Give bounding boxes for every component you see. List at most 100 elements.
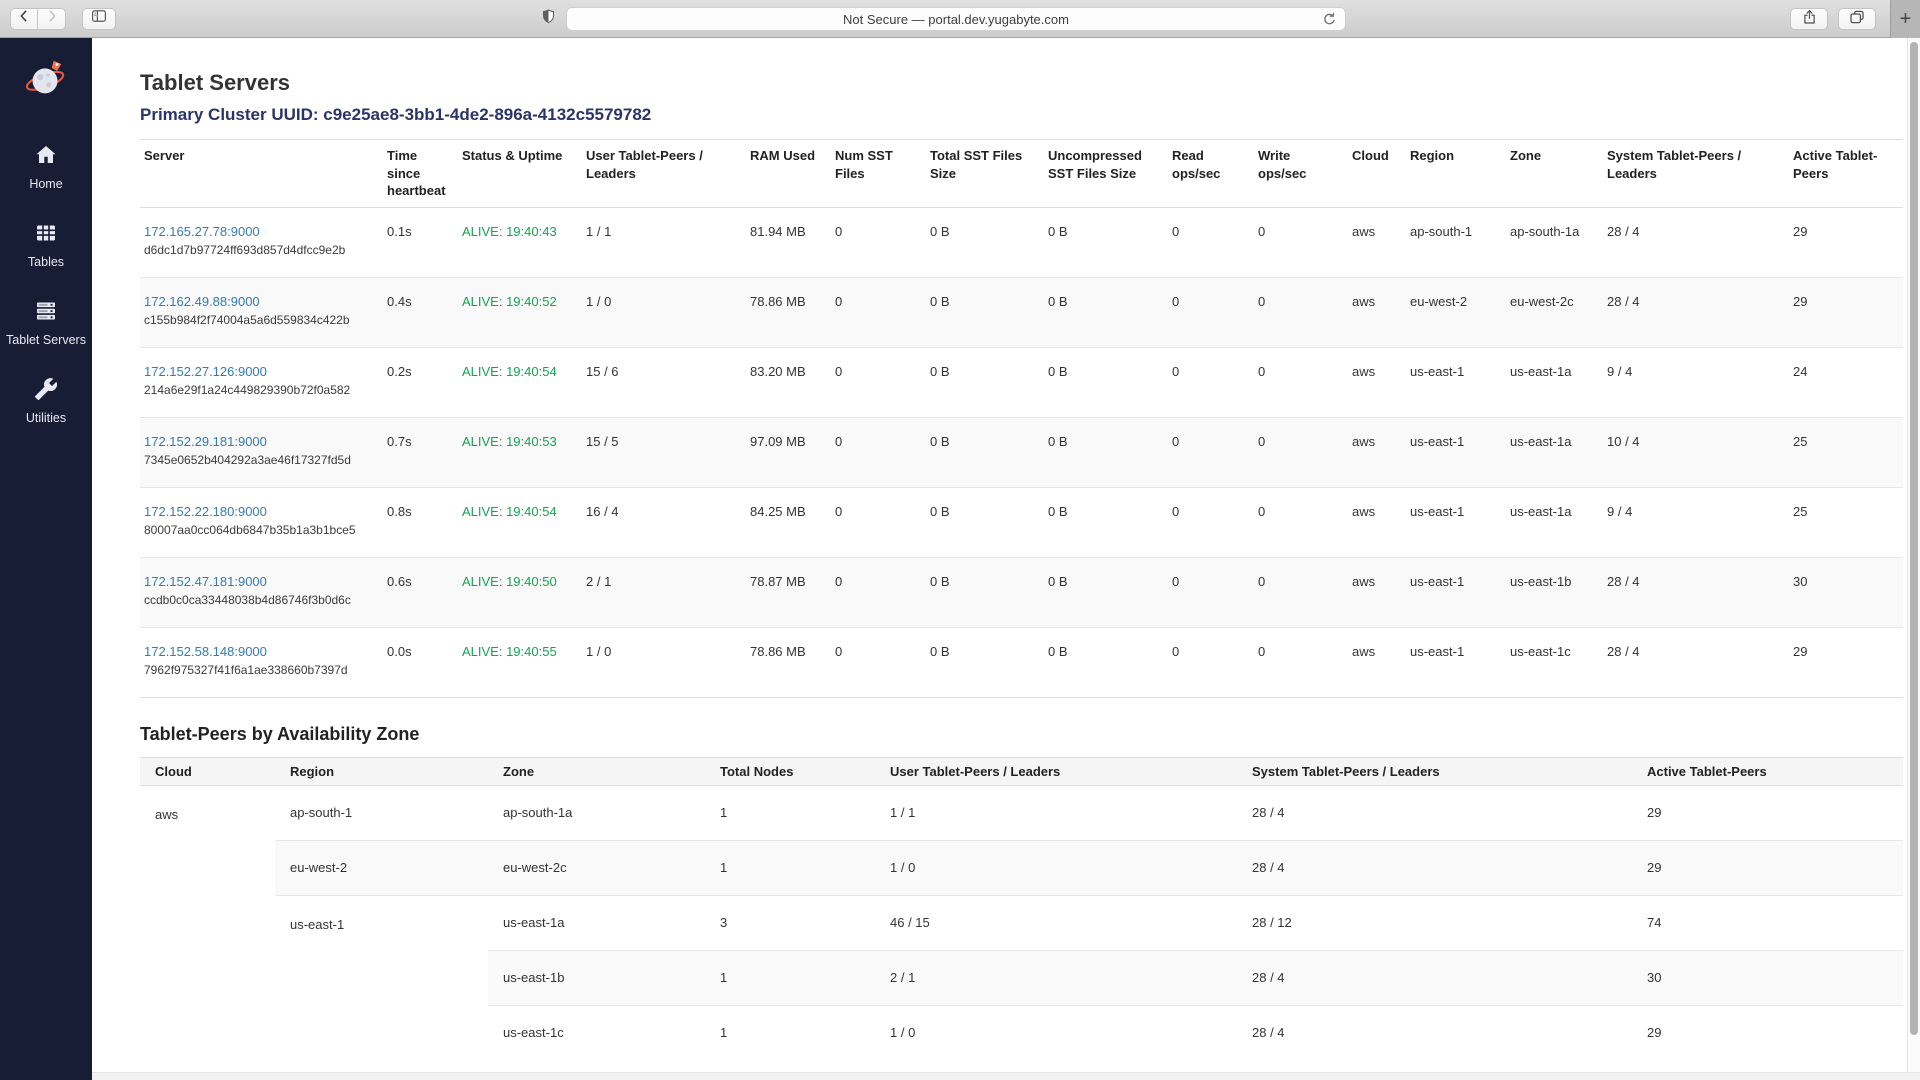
forward-button[interactable] [38, 8, 66, 30]
column-header: Cloud [1348, 140, 1406, 208]
server-address-link[interactable]: 172.152.58.148:9000 [144, 644, 267, 659]
server-address-link[interactable]: 172.165.27.78:9000 [144, 224, 260, 239]
cloud-cell: aws [1348, 557, 1406, 627]
column-header: Read ops/sec [1168, 140, 1254, 208]
nodes-cell: 1 [705, 1005, 875, 1060]
url-text: Not Secure — portal.dev.yugabyte.com [843, 12, 1069, 27]
reload-button[interactable] [1321, 11, 1338, 33]
column-header: Write ops/sec [1254, 140, 1348, 208]
heartbeat-cell: 0.6s [383, 557, 458, 627]
new-tab-button[interactable]: + [1890, 0, 1920, 38]
server-uuid: 7345e0652b404292a3ae46f17327fd5d [144, 453, 375, 467]
column-header: Cloud [140, 757, 275, 785]
yugabyte-logo[interactable] [23, 54, 69, 107]
system-peers-cell: 28 / 4 [1237, 1005, 1632, 1060]
server-address-link[interactable]: 172.152.22.180:9000 [144, 504, 267, 519]
sidebar-toggle-button[interactable] [82, 8, 116, 30]
heartbeat-cell: 0.1s [383, 207, 458, 277]
active-peers-cell: 25 [1789, 417, 1903, 487]
ram-used-cell: 78.87 MB [746, 557, 831, 627]
total-sst-size-cell: 0 B [926, 487, 1044, 557]
server-address-link[interactable]: 172.152.27.126:9000 [144, 364, 267, 379]
write-ops-cell: 0 [1254, 557, 1348, 627]
heartbeat-cell: 0.8s [383, 487, 458, 557]
nodes-cell: 1 [705, 840, 875, 895]
sidebar-item-home[interactable]: Home [0, 143, 92, 191]
region-cell: us-east-1 [1406, 627, 1506, 697]
user-peers-cell: 15 / 6 [582, 347, 746, 417]
zone-cell: ap-south-1a [1506, 207, 1603, 277]
region-cell: ap-south-1 [1406, 207, 1506, 277]
sidebar-toggle-icon [90, 7, 108, 30]
ram-used-cell: 84.25 MB [746, 487, 831, 557]
tserver-row: 172.152.58.148:9000 7962f975327f41f6a1ae… [140, 627, 1903, 697]
user-peers-cell: 16 / 4 [582, 487, 746, 557]
forward-icon [44, 8, 60, 29]
scrollbar-thumb[interactable] [1910, 42, 1918, 1035]
active-peers-cell: 29 [1789, 627, 1903, 697]
zone-cell: us-east-1b [488, 950, 705, 1005]
tab-overview-button[interactable] [1838, 8, 1876, 30]
tserver-row: 172.162.49.88:9000 c155b984f2f74004a5a6d… [140, 277, 1903, 347]
server-address-link[interactable]: 172.152.47.181:9000 [144, 574, 267, 589]
status-uptime-cell: ALIVE: 19:40:54 [458, 347, 582, 417]
num-sst-cell: 0 [831, 347, 926, 417]
server-cell: 172.152.22.180:9000 80007aa0cc064db6847b… [140, 487, 383, 557]
num-sst-cell: 0 [831, 557, 926, 627]
share-icon [1801, 8, 1818, 31]
write-ops-cell: 0 [1254, 487, 1348, 557]
total-sst-size-cell: 0 B [926, 347, 1044, 417]
num-sst-cell: 0 [831, 277, 926, 347]
ram-used-cell: 83.20 MB [746, 347, 831, 417]
active-peers-cell: 29 [1632, 785, 1903, 840]
sidebar-item-tablet-servers[interactable]: Tablet Servers [0, 299, 92, 347]
vertical-scrollbar[interactable] [1907, 38, 1920, 1072]
num-sst-cell: 0 [831, 627, 926, 697]
write-ops-cell: 0 [1254, 277, 1348, 347]
share-button[interactable] [1790, 8, 1828, 30]
server-address-link[interactable]: 172.152.29.181:9000 [144, 434, 267, 449]
user-peers-cell: 1 / 1 [582, 207, 746, 277]
region-cell: eu-west-2 [275, 840, 488, 895]
server-uuid: ccdb0c0ca33448038b4d86746f3b0d6c [144, 593, 375, 607]
column-header: Total Nodes [705, 757, 875, 785]
active-peers-cell: 24 [1789, 347, 1903, 417]
system-peers-cell: 28 / 4 [1237, 785, 1632, 840]
sidebar-item-utilities[interactable]: Utilities [0, 377, 92, 425]
tserver-row: 172.165.27.78:9000 d6dc1d7b97724ff693d85… [140, 207, 1903, 277]
uncompressed-sst-size-cell: 0 B [1044, 417, 1168, 487]
uncompressed-sst-size-cell: 0 B [1044, 277, 1168, 347]
server-address-link[interactable]: 172.162.49.88:9000 [144, 294, 260, 309]
system-peers-cell: 28 / 4 [1603, 277, 1789, 347]
nodes-cell: 1 [705, 950, 875, 1005]
column-header: Active Tablet-Peers [1789, 140, 1903, 208]
tables-icon [33, 221, 59, 250]
ram-used-cell: 81.94 MB [746, 207, 831, 277]
status-uptime-cell: ALIVE: 19:40:43 [458, 207, 582, 277]
region-cell: us-east-1 [1406, 487, 1506, 557]
user-peers-cell: 1 / 1 [875, 785, 1237, 840]
ram-used-cell: 97.09 MB [746, 417, 831, 487]
user-peers-cell: 1 / 0 [582, 627, 746, 697]
server-uuid: 7962f975327f41f6a1ae338660b7397d [144, 663, 375, 677]
total-sst-size-cell: 0 B [926, 627, 1044, 697]
cloud-cell: aws [1348, 417, 1406, 487]
back-button[interactable] [10, 8, 38, 30]
total-sst-size-cell: 0 B [926, 207, 1044, 277]
column-header: Zone [488, 757, 705, 785]
num-sst-cell: 0 [831, 417, 926, 487]
sidebar-item-tables[interactable]: Tables [0, 221, 92, 269]
uncompressed-sst-size-cell: 0 B [1044, 627, 1168, 697]
url-bar[interactable]: Not Secure — portal.dev.yugabyte.com [566, 7, 1346, 31]
column-header: Time since heartbeat [383, 140, 458, 208]
read-ops-cell: 0 [1168, 207, 1254, 277]
privacy-shield-button[interactable] [536, 8, 560, 30]
region-cell: us-east-1 [1406, 347, 1506, 417]
browser-chrome: Not Secure — portal.dev.yugabyte.com + [0, 0, 1920, 38]
system-peers-cell: 28 / 4 [1237, 840, 1632, 895]
column-header: Server [140, 140, 383, 208]
server-cell: 172.165.27.78:9000 d6dc1d7b97724ff693d85… [140, 207, 383, 277]
column-header: Region [275, 757, 488, 785]
zone-table-title: Tablet-Peers by Availability Zone [140, 724, 1903, 745]
system-peers-cell: 10 / 4 [1603, 417, 1789, 487]
